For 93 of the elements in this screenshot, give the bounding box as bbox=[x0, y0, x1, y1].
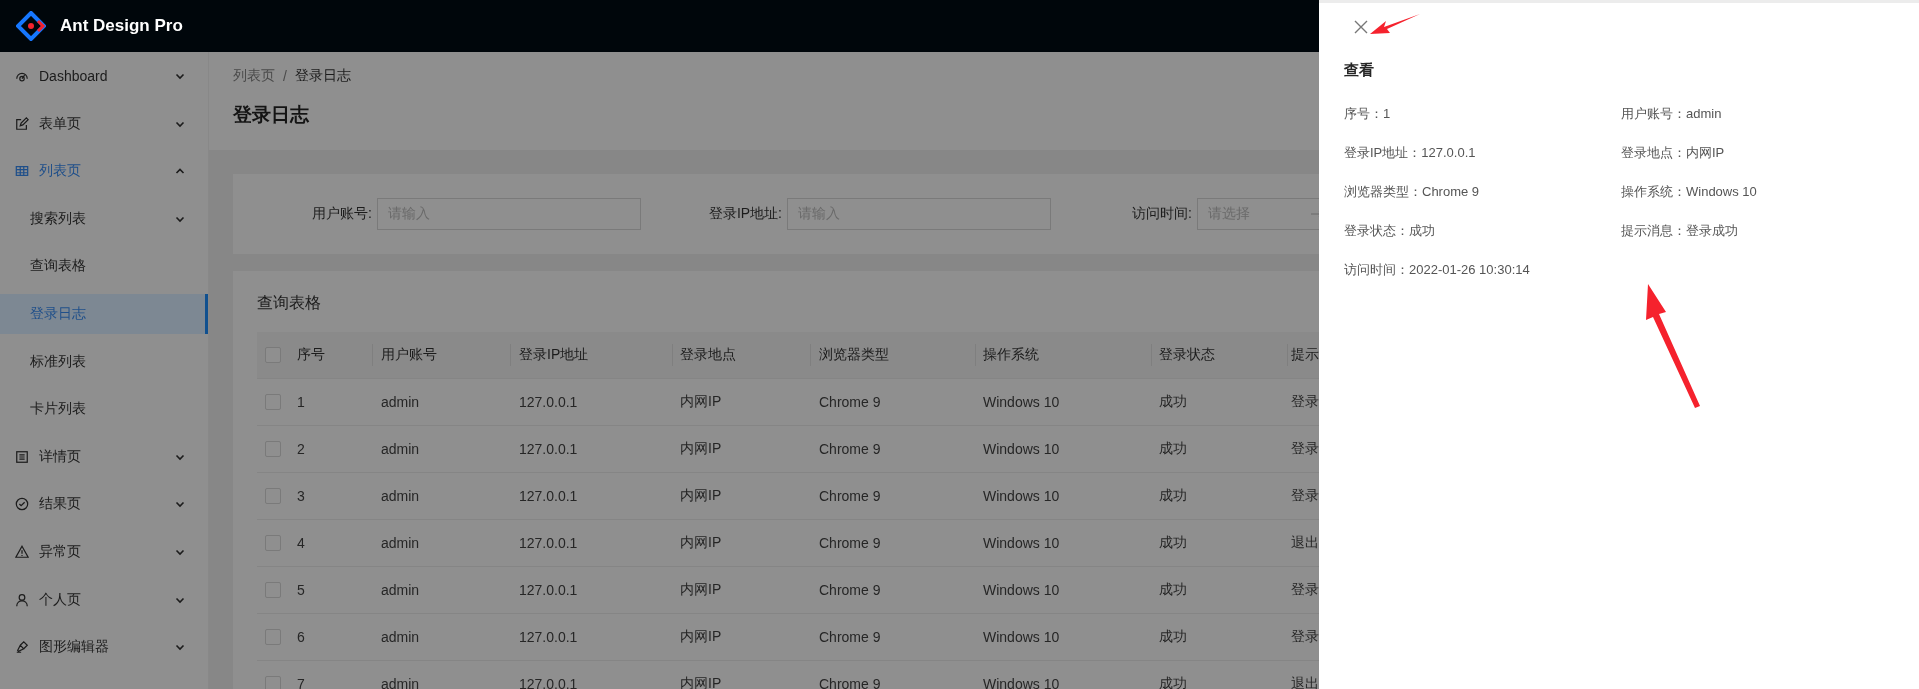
detail-field: 登录地点：内网IP bbox=[1621, 143, 1894, 162]
column-header: 登录地点 bbox=[672, 346, 810, 364]
table-cell-text: Chrome 9 bbox=[818, 394, 882, 410]
table-cell-text: 成功 bbox=[1158, 628, 1188, 646]
field-label: 用户账号: bbox=[312, 205, 372, 223]
menu-item[interactable]: 详情页 bbox=[0, 436, 208, 477]
table-cell-text: 127.0.0.1 bbox=[518, 676, 579, 689]
table-cell-text: 内网IP bbox=[679, 628, 723, 646]
detail-field: 用户账号：admin bbox=[1621, 104, 1894, 123]
submenu-item[interactable]: 搜索列表 bbox=[0, 198, 208, 239]
table-cell-text: admin bbox=[380, 441, 421, 457]
detail-field: 访问时间：2022-01-26 10:30:14 bbox=[1344, 260, 1621, 279]
table-cell-text: 内网IP bbox=[679, 393, 723, 411]
table-cell-text: admin bbox=[380, 629, 421, 645]
table-cell-text: 成功 bbox=[1158, 440, 1188, 458]
table-cell-text: 登录 bbox=[1290, 393, 1319, 411]
table-cell-text: admin bbox=[380, 535, 421, 551]
table-cell-text: 6 bbox=[296, 629, 306, 645]
table-cell-text: 成功 bbox=[1158, 581, 1188, 599]
table-cell-text: Chrome 9 bbox=[818, 488, 882, 504]
table-cell-text: admin bbox=[380, 394, 421, 410]
table-cell-text: 3 bbox=[296, 488, 306, 504]
table-cell-text: 127.0.0.1 bbox=[518, 535, 579, 551]
detail-field: 浏览器类型：Chrome 9 bbox=[1344, 182, 1621, 201]
table-title: 查询表格 bbox=[257, 293, 322, 313]
column-header: 登录IP地址 bbox=[510, 346, 672, 364]
table-cell-text: 127.0.0.1 bbox=[518, 488, 579, 504]
menu-item[interactable]: 结果页 bbox=[0, 484, 208, 525]
detail-field: 登录状态：成功 bbox=[1344, 221, 1621, 240]
drawer-title: 查看 bbox=[1344, 61, 1375, 80]
table-cell-text: 登录 bbox=[1290, 581, 1319, 599]
table-cell-text: 内网IP bbox=[679, 440, 723, 458]
table-cell-text: 4 bbox=[296, 535, 306, 551]
table-cell-text: Windows 10 bbox=[982, 488, 1061, 504]
table-cell-text: admin bbox=[380, 488, 421, 504]
table-cell-text: 127.0.0.1 bbox=[518, 394, 579, 410]
table-cell-text: Windows 10 bbox=[982, 441, 1061, 457]
table-cell-text: 成功 bbox=[1158, 487, 1188, 505]
column-header: 提示 bbox=[1287, 346, 1319, 364]
detail-field: 登录IP地址：127.0.0.1 bbox=[1344, 143, 1621, 162]
table-cell-text: 5 bbox=[296, 582, 306, 598]
field-label: 访问时间: bbox=[1132, 205, 1192, 223]
table-cell-text: 1 bbox=[296, 394, 306, 410]
detail-field: 序号：1 bbox=[1344, 104, 1621, 123]
table-cell-text: Chrome 9 bbox=[818, 629, 882, 645]
page-title: 登录日志 bbox=[233, 103, 310, 127]
table-cell-text: Windows 10 bbox=[982, 394, 1061, 410]
table-cell-text: Chrome 9 bbox=[818, 535, 882, 551]
table-cell-text: admin bbox=[380, 676, 421, 689]
menu-item[interactable]: 标准列表 bbox=[0, 341, 208, 382]
menu-item[interactable]: Dashboard bbox=[0, 56, 208, 96]
menu-item[interactable]: 表单页 bbox=[0, 103, 208, 144]
table-cell-text: 退出 bbox=[1290, 675, 1319, 689]
breadcrumb-link[interactable]: 列表页 bbox=[233, 67, 275, 85]
field-label: 登录IP地址: bbox=[708, 205, 782, 223]
table-cell-text: Chrome 9 bbox=[818, 582, 882, 598]
app-title: Ant Design Pro bbox=[60, 16, 183, 36]
table-cell-text: 内网IP bbox=[679, 581, 723, 599]
table-cell-text: 登录 bbox=[1290, 440, 1319, 458]
table-cell-text: Windows 10 bbox=[982, 535, 1061, 551]
column-header: 浏览器类型 bbox=[810, 346, 975, 364]
table-cell-text: Chrome 9 bbox=[818, 676, 882, 689]
menu-item[interactable]: 查询表格 bbox=[0, 246, 208, 287]
detail-field: 提示消息：登录成功 bbox=[1621, 221, 1894, 240]
column-header: 登录状态 bbox=[1151, 346, 1287, 364]
detail-field: 操作系统：Windows 10 bbox=[1621, 182, 1894, 201]
table-cell-text: 成功 bbox=[1158, 675, 1188, 689]
table-cell-text: 内网IP bbox=[679, 487, 723, 505]
table-cell-text: 2 bbox=[296, 441, 306, 457]
column-header: 用户账号 bbox=[372, 346, 510, 364]
breadcrumb-separator: / bbox=[283, 68, 287, 84]
table-cell-text: 内网IP bbox=[679, 675, 723, 689]
table-cell-text: 登录 bbox=[1290, 628, 1319, 646]
table-cell-text: Windows 10 bbox=[982, 629, 1061, 645]
menu-item[interactable]: 异常页 bbox=[0, 531, 208, 572]
table-cell-text: 127.0.0.1 bbox=[518, 441, 579, 457]
table-cell-text: Windows 10 bbox=[982, 582, 1061, 598]
table-cell-text: 内网IP bbox=[679, 534, 723, 552]
table-cell-text: 7 bbox=[296, 676, 306, 689]
column-header: 序号 bbox=[296, 346, 326, 364]
table-cell-text: 成功 bbox=[1158, 393, 1188, 411]
table-cell-text: 成功 bbox=[1158, 534, 1188, 552]
menu-item[interactable]: 图形编辑器 bbox=[0, 627, 208, 668]
table-cell-text: 退出 bbox=[1290, 534, 1319, 552]
table-cell-text: Chrome 9 bbox=[818, 441, 882, 457]
menu-item[interactable]: 个人页 bbox=[0, 579, 208, 620]
table-cell-text: Windows 10 bbox=[982, 676, 1061, 689]
table-cell-text: 登录 bbox=[1290, 487, 1319, 505]
menu-item[interactable]: 卡片列表 bbox=[0, 389, 208, 430]
column-header: 操作系统 bbox=[975, 346, 1151, 364]
table-cell-text: 127.0.0.1 bbox=[518, 629, 579, 645]
table-cell-text: 127.0.0.1 bbox=[518, 582, 579, 598]
table-cell-text: admin bbox=[380, 582, 421, 598]
